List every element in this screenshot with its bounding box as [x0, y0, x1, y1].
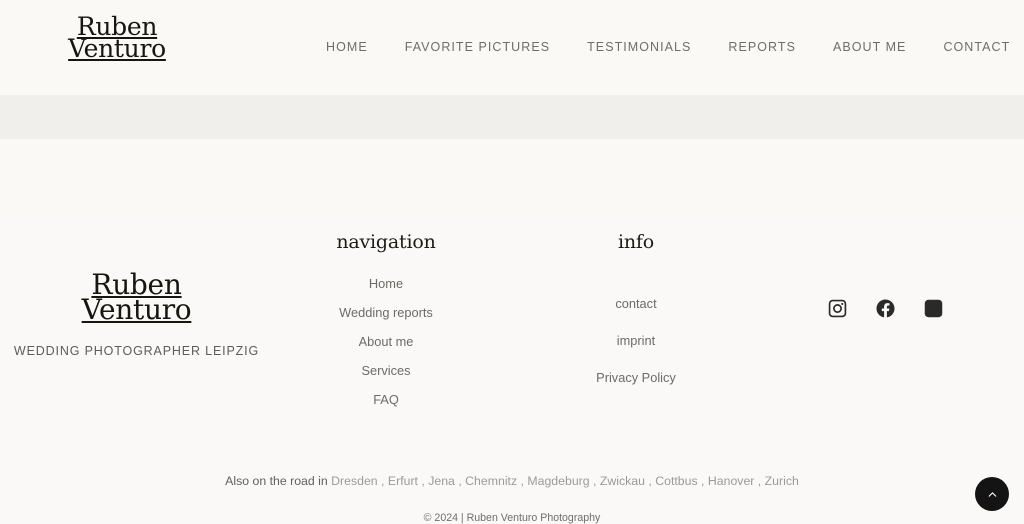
copyright-text: © 2024 | Ruben Venturo Photography	[423, 512, 601, 524]
road-city-magdeburg[interactable]: Magdeburg	[527, 474, 589, 488]
nav-item-home[interactable]: HOME	[326, 40, 368, 54]
list-item: FAQ	[306, 385, 466, 414]
footer-link-about-me[interactable]: About me	[306, 327, 466, 356]
list-item: Services	[306, 356, 466, 385]
footer-info-heading: info	[618, 231, 654, 253]
road-separator: ,	[697, 474, 705, 488]
nav-item-favorite-pictures[interactable]: FAVORITE PICTURES	[405, 40, 550, 54]
social-links	[790, 298, 980, 319]
nav-item-contact[interactable]: CONTACT	[943, 40, 1010, 54]
road-separator: ,	[454, 474, 462, 488]
footer-logo-line-2: Venturo	[81, 292, 192, 326]
site-header: Ruben Venturo HOME FAVORITE PICTURES TES…	[0, 0, 1024, 95]
footer-info-column: info contact imprint Privacy Policy	[556, 215, 716, 396]
pinterest-icon[interactable]	[923, 298, 944, 319]
footer-navigation-column: navigation Home Wedding reports About me…	[306, 215, 466, 414]
footer-link-imprint[interactable]: imprint	[556, 322, 716, 359]
also-on-the-road-line: Also on the road in Dresden , Erfurt , J…	[0, 474, 1024, 488]
logo-line-2: Venturo	[68, 34, 166, 63]
footer-tagline: WEDDING PHOTOGRAPHER LEIPZIG	[13, 344, 260, 359]
instagram-icon[interactable]	[827, 298, 848, 319]
nav-item-about-me[interactable]: ABOUT ME	[833, 40, 906, 54]
footer-columns: Ruben Venturo WEDDING PHOTOGRAPHER LEIPZ…	[0, 215, 1024, 455]
list-item: contact	[556, 285, 716, 322]
nav-item-testimonials[interactable]: TESTIMONIALS	[587, 40, 691, 54]
road-city-cottbus[interactable]: Cottbus	[655, 474, 697, 488]
footer-navigation-list: Home Wedding reports About me Services F…	[306, 269, 466, 414]
road-separator: ,	[377, 474, 385, 488]
grey-divider-band	[0, 95, 1024, 139]
road-city-chemnitz[interactable]: Chemnitz	[465, 474, 517, 488]
facebook-icon[interactable]	[875, 298, 896, 319]
road-city-hanover[interactable]: Hanover	[708, 474, 754, 488]
road-separator: ,	[644, 474, 652, 488]
footer-info-list: contact imprint Privacy Policy	[556, 285, 716, 396]
road-lead-text: Also on the road in	[225, 474, 328, 488]
road-city-links: Dresden , Erfurt , Jena , Chemnitz , Mag…	[331, 474, 799, 488]
road-city-erfurt[interactable]: Erfurt	[388, 474, 418, 488]
road-city-jena[interactable]: Jena	[428, 474, 455, 488]
list-item: Wedding reports	[306, 298, 466, 327]
footer-logo[interactable]: Ruben Venturo	[0, 271, 273, 326]
footer-link-faq[interactable]: FAQ	[306, 385, 466, 414]
list-item: imprint	[556, 322, 716, 359]
footer-link-wedding-reports[interactable]: Wedding reports	[306, 298, 466, 327]
footer-link-privacy-policy[interactable]: Privacy Policy	[556, 359, 716, 396]
road-separator: ,	[589, 474, 597, 488]
blank-spacer-band	[0, 139, 1024, 215]
road-city-dresden[interactable]: Dresden	[331, 474, 377, 488]
list-item: Privacy Policy	[556, 359, 716, 396]
list-item: About me	[306, 327, 466, 356]
site-logo[interactable]: Ruben Venturo	[62, 14, 172, 63]
list-item: Home	[306, 269, 466, 298]
chevron-up-icon	[988, 491, 996, 497]
road-separator: ,	[417, 474, 425, 488]
primary-navigation: HOME FAVORITE PICTURES TESTIMONIALS REPO…	[326, 40, 1010, 54]
footer-link-services[interactable]: Services	[306, 356, 466, 385]
road-separator: ,	[517, 474, 524, 488]
footer-link-contact[interactable]: contact	[556, 285, 716, 322]
nav-item-reports[interactable]: REPORTS	[728, 40, 796, 54]
footer-link-home[interactable]: Home	[306, 269, 466, 298]
footer-brand-column: Ruben Venturo WEDDING PHOTOGRAPHER LEIPZ…	[0, 271, 273, 359]
back-to-top-button[interactable]	[975, 477, 1009, 511]
road-city-zurich[interactable]: Zurich	[765, 474, 799, 488]
road-separator: ,	[754, 474, 762, 488]
footer-navigation-heading: navigation	[336, 231, 436, 253]
road-city-zwickau[interactable]: Zwickau	[600, 474, 645, 488]
